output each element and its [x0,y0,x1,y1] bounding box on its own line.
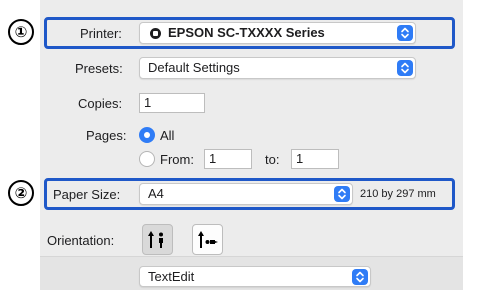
pages-all-radio[interactable] [139,127,155,143]
pages-from-radio[interactable] [139,151,155,167]
pages-to-field[interactable]: 1 [291,149,339,169]
pages-from-field[interactable]: 1 [204,149,252,169]
copies-label: Copies: [78,96,123,111]
pages-to-label: to: [265,152,280,167]
chevron-updown-icon [397,60,413,76]
orientation-landscape-button[interactable] [192,224,223,255]
portrait-icon [148,231,163,248]
paper-size-value: A4 [148,186,164,201]
pages-from-label: From: [160,152,194,167]
orientation-portrait-button[interactable] [142,224,173,255]
paper-size-dimensions: 210 by 297 mm [360,188,436,200]
chevron-updown-icon [352,269,368,285]
callout-1: ① [8,19,34,45]
pages-label: Pages: [86,128,127,143]
chevron-updown-icon [397,25,413,41]
section-popup-value: TextEdit [148,269,195,284]
presets-label: Presets: [75,61,123,76]
callout-2: ② [8,180,34,206]
printer-status-icon [150,28,161,39]
pages-all-label: All [160,128,175,143]
copies-field[interactable]: 1 [139,93,205,113]
printer-popup[interactable]: EPSON SC-TXXXX Series [139,22,416,44]
orientation-label: Orientation: [47,233,115,248]
paper-size-popup[interactable]: A4 [139,183,353,205]
printer-label: Printer: [80,26,122,41]
printer-value: EPSON SC-TXXXX Series [168,25,325,40]
section-popup[interactable]: TextEdit [139,266,371,287]
paper-size-label: Paper Size: [53,187,121,202]
chevron-updown-icon [334,186,350,202]
presets-popup[interactable]: Default Settings [139,57,416,79]
presets-value: Default Settings [148,60,240,75]
landscape-icon [198,231,218,248]
